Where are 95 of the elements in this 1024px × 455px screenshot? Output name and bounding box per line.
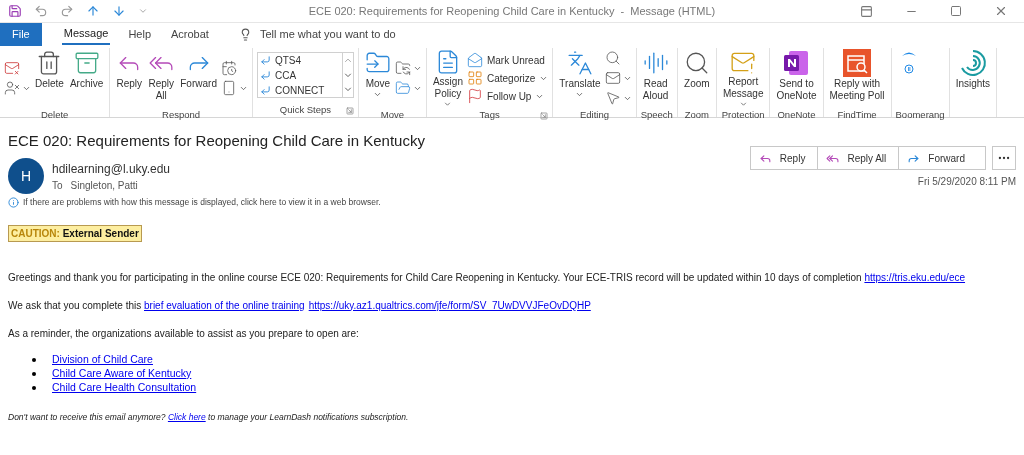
link[interactable]: Child Care Health Consultation [52,379,197,396]
ribbon-button[interactable]: Report Message [720,48,766,108]
info-icon [8,196,19,208]
launcher-icon[interactable] [540,112,549,120]
group-label: Quick Steps [279,103,332,117]
group-label: FindTime [837,108,877,122]
paragraph: We ask that you complete this brief evaluation of the online training https://uky.az1.qualtrics.com/jfe/form/SV_7UwDVVJFeOvDQHP [8,298,592,313]
bullet-icon [32,357,36,362]
tell-me-field[interactable]: Tell me what you want to do [238,26,460,43]
ribbon-button[interactable]: Forward [178,48,219,108]
link[interactable]: brief evaluation of the online training [144,299,305,311]
close-icon[interactable] [994,4,1008,18]
pointer-icon [604,90,621,106]
search-icon [604,50,621,66]
ribbon-button[interactable]: Zoom [681,48,712,108]
file-tab[interactable]: File [0,22,42,47]
flag-icon [466,88,483,104]
message-date: Fri 5/29/2020 8:11 PM [917,175,1016,189]
group-label: Respond [162,108,201,122]
link[interactable]: Click here [167,411,206,422]
read-aloud-icon [642,50,669,76]
link[interactable]: https://tris.eku.edu/ece [864,271,966,283]
ribbon-icon-button[interactable] [394,58,422,78]
more-options-button[interactable] [992,146,1016,170]
folder-icon [394,60,411,76]
paragraph: As a reminder, the organizations available to assist as you prepare to open are: [8,326,360,341]
ribbon-button[interactable]: Insights [953,48,993,108]
categorize-icon [466,70,483,86]
group-label: Tags [479,108,500,122]
bullet-icon [32,371,36,376]
group-label: Speech [640,108,673,122]
quick-step-icon [259,85,271,96]
group-label: Editing [579,108,609,122]
recipient: Singleton, Patti [70,178,138,193]
quick-step-icon [259,55,271,66]
info-message[interactable]: If there are problems with how this message is displayed, click here to view it in a web browser. [23,196,381,209]
person-block-icon [4,80,20,96]
ribbon-button[interactable]: Read Aloud [640,48,671,108]
ribbon-tab[interactable]: Acrobat [169,24,211,45]
ribbon-button[interactable]: Categorize [466,69,549,87]
group-label: Zoom [684,108,710,122]
up-arrow-icon[interactable] [86,4,100,18]
group-label: Move [380,108,405,122]
caution-banner: CAUTION: External Sender [8,224,142,242]
ribbon-button[interactable]: Send to OneNote [774,48,819,108]
folder-open-icon [394,80,411,96]
quick-step-icon [259,70,271,81]
mail-open-icon [466,52,483,68]
footer-note: Don't want to receive this email anymore? Click here to manage your LearnDash notifications subscription. [8,410,410,424]
link[interactable]: Division of Child Care [52,351,153,368]
mail-icon [604,70,621,86]
message-action-button[interactable]: Reply [750,147,818,169]
group-label: Protection [721,108,765,122]
group-label: OneNote [777,108,816,122]
window-title: ECE 020: Requirements for Reopening Child Care in Kentucky - Message (HTML) [308,3,716,19]
ribbon-button[interactable]: Delete [33,48,66,108]
quick-step[interactable]: QTS4 [257,53,342,68]
bullet-icon [32,385,36,390]
ribbon-button[interactable]: Reply [114,48,145,108]
group-label: Boomerang [895,108,945,122]
ribbon-button[interactable]: Move [362,48,393,108]
down-arrow-icon[interactable] [112,4,126,18]
redo-icon[interactable] [60,4,74,18]
link[interactable]: https://uky.az1.qualtrics.com/jfe/form/SV_7UwDVVJFeOvDQHP [308,299,591,311]
mail-block-icon [4,60,20,76]
paragraph: Greetings and thank you for participating in the online course ECE 020: Requirements for Child Care Reopening in Kentucky. Your ECE-TRIS record will be updated within 10 days of completion https://tris.eku.edu/ece [8,270,967,285]
ribbon-tab[interactable]: Help [126,24,153,45]
ribbon-button[interactable]: Archive [67,48,106,108]
save-icon[interactable] [8,4,22,18]
avatar: H [8,158,44,194]
translate-icon [567,50,593,76]
calendar-icon [220,60,237,76]
ribbon-button[interactable]: Translate [557,48,603,108]
ribbon-button[interactable]: Follow Up [466,87,549,105]
link[interactable]: Child Care Aware of Kentucky [52,365,192,382]
customize-icon[interactable] [138,6,148,16]
archive-icon [73,50,100,76]
ribbon-button[interactable]: Mark Unread [466,51,549,69]
quick-step[interactable]: CONNECT [257,83,342,98]
maximize-icon[interactable] [950,5,962,17]
message-action-button[interactable]: Reply All [817,147,899,169]
subject: ECE 020: Requirements for Reopening Child Care in Kentucky [8,131,425,151]
launcher-icon[interactable] [345,107,354,115]
undo-icon[interactable] [34,4,48,18]
ribbon-button[interactable]: Assign Policy [430,48,465,108]
ribbon-display-icon[interactable] [860,4,873,18]
group-label: Delete [40,108,69,122]
ribbon-tab[interactable]: Message [61,24,111,45]
ribbon-icon-button[interactable] [4,78,31,98]
message-action-button[interactable]: Forward [898,147,985,169]
ribbon-button[interactable]: Reply with Meeting Poll [827,48,887,108]
to-label: To [52,178,63,193]
sender-email: hdilearning@l.uky.edu [52,160,171,178]
ribbon-button[interactable]: Reply All [146,48,177,108]
quick-step[interactable]: CCA [257,68,342,83]
